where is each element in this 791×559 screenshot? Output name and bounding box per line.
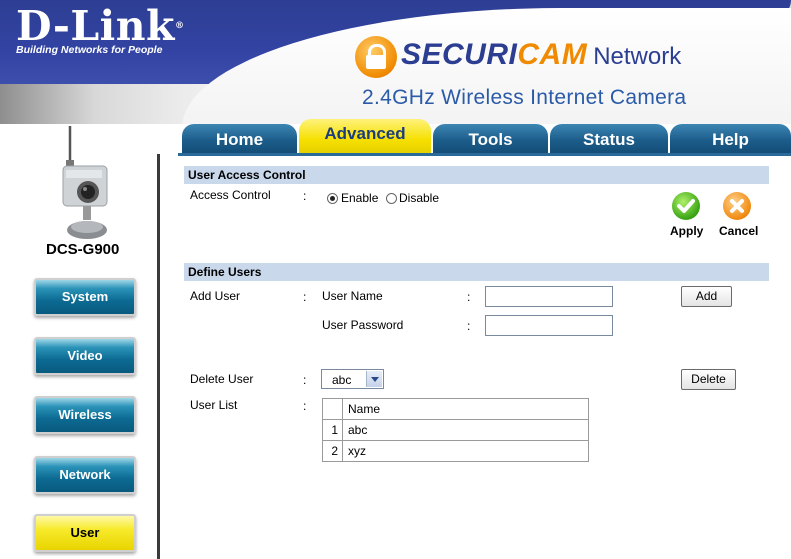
sidebar-item-user[interactable]: User: [34, 514, 136, 552]
brand-cam: CAM: [517, 38, 588, 71]
table-header-name: Name: [342, 398, 589, 420]
access-control-label: Access Control: [190, 188, 271, 202]
colon: :: [467, 290, 471, 304]
colon: :: [467, 319, 471, 333]
model-title: 2.4GHz Wireless Internet Camera: [362, 86, 687, 109]
enable-radio[interactable]: [327, 193, 338, 204]
sidebar-item-video[interactable]: Video: [34, 337, 136, 375]
brand-securi: SECURI: [401, 38, 518, 71]
table-row: 2 xyz: [322, 440, 589, 462]
tab-home[interactable]: Home: [182, 124, 297, 154]
cancel-label[interactable]: Cancel: [719, 224, 758, 238]
section-user-access-control: User Access Control: [184, 166, 769, 184]
user-list-table: Name 1 abc 2 xyz: [322, 398, 589, 462]
table-cell-name: xyz: [342, 440, 589, 462]
table-cell: [322, 398, 343, 420]
logo-tagline: Building Networks for People: [16, 44, 163, 56]
apply-checkmark-icon[interactable]: [672, 192, 700, 220]
sidebar-item-network[interactable]: Network: [34, 456, 136, 494]
colon: :: [303, 399, 307, 413]
delete-user-select[interactable]: abc: [321, 369, 384, 389]
table-cell-num: 1: [322, 419, 343, 441]
tab-advanced[interactable]: Advanced: [299, 119, 431, 154]
tab-help[interactable]: Help: [670, 124, 791, 154]
delete-user-label: Delete User: [190, 372, 254, 386]
table-cell-name: abc: [342, 419, 589, 441]
user-name-label: User Name: [322, 289, 383, 303]
sidebar-item-system[interactable]: System: [34, 278, 136, 316]
section-define-users: Define Users: [184, 263, 769, 281]
tab-underline: [178, 153, 791, 156]
logo-text: D-Link: [16, 2, 175, 50]
delete-user-selected: abc: [332, 373, 352, 387]
tab-status[interactable]: Status: [550, 124, 668, 154]
user-password-input[interactable]: [485, 315, 613, 336]
colon: :: [303, 373, 307, 387]
enable-label: Enable: [341, 191, 379, 205]
disable-label: Disable: [399, 191, 440, 205]
cancel-x-icon[interactable]: [723, 192, 751, 220]
colon: :: [303, 290, 307, 304]
apply-label[interactable]: Apply: [670, 224, 703, 238]
sidebar-item-wireless[interactable]: Wireless: [34, 396, 136, 434]
camera-image: [62, 126, 108, 239]
logo-trademark: ®: [174, 21, 185, 31]
tab-tools[interactable]: Tools: [433, 124, 548, 154]
user-name-input[interactable]: [485, 286, 613, 307]
lock-icon: [355, 36, 397, 78]
add-user-label: Add User: [190, 289, 241, 303]
delete-button[interactable]: Delete: [681, 369, 736, 390]
brand-network: Network: [593, 43, 682, 70]
dlink-logo: D-Link® Building Networks for People: [16, 4, 184, 56]
sidebar-divider: [157, 154, 160, 559]
main-tabs: Home Advanced Tools Status Help: [178, 119, 791, 154]
user-password-label: User Password: [322, 318, 404, 332]
add-button[interactable]: Add: [681, 286, 732, 307]
dropdown-arrow-icon[interactable]: [366, 371, 382, 387]
colon: :: [303, 189, 307, 203]
disable-radio[interactable]: [386, 193, 397, 204]
page-header: D-Link® Building Networks for People SEC…: [0, 0, 791, 124]
table-row: 1 abc: [322, 419, 589, 441]
table-header-row: Name: [322, 398, 589, 420]
table-cell-num: 2: [322, 440, 343, 462]
user-list-label: User List: [190, 398, 238, 412]
camera-model-label: DCS-G900: [46, 241, 120, 258]
